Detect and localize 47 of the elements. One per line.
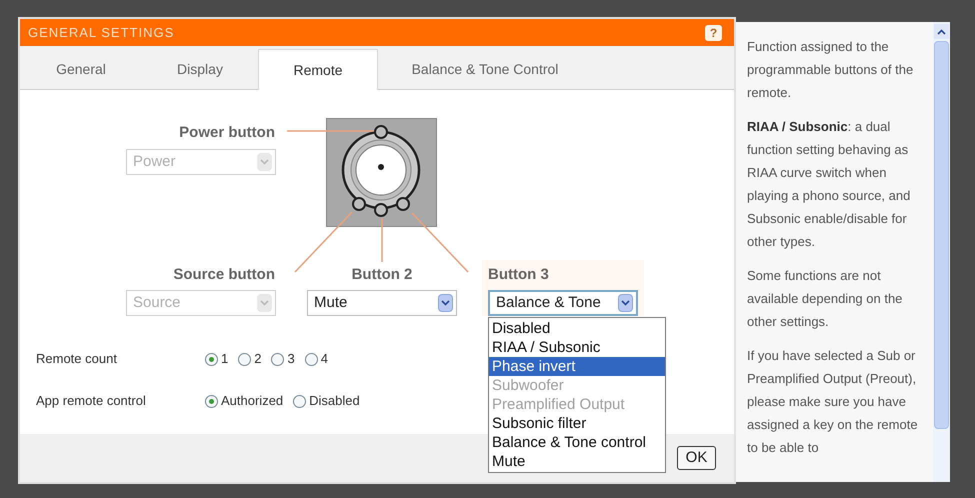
- radio-button[interactable]: [293, 394, 306, 408]
- tab[interactable]: General: [20, 49, 142, 89]
- setting-label: App remote control: [36, 392, 147, 410]
- tab[interactable]: Remote: [258, 49, 378, 90]
- radio-label: 4: [320, 350, 328, 368]
- dropdown-option[interactable]: Disabled: [489, 319, 665, 338]
- radio-label: Authorized: [221, 392, 284, 410]
- radio-button[interactable]: [205, 394, 218, 408]
- dropdown-arrow-icon: [438, 294, 453, 312]
- field-label: Source button: [173, 265, 275, 285]
- radio-label: 2: [254, 350, 262, 368]
- field-label: Button 2: [350, 265, 414, 285]
- dialog-title: GENERAL SETTINGS: [28, 24, 174, 42]
- help-button[interactable]: ?: [705, 24, 722, 40]
- field-label: Button 3: [488, 265, 549, 285]
- dropdown-arrow-icon: [257, 153, 272, 171]
- radio-button[interactable]: [238, 352, 252, 366]
- radio-label: Disabled: [309, 392, 360, 410]
- scrollbar[interactable]: [933, 22, 950, 482]
- radio-label: 3: [287, 350, 295, 368]
- dropdown-option[interactable]: Balance & Tone control: [489, 433, 665, 452]
- leader-line: [411, 212, 469, 273]
- help-paragraph: If you have selected a Sub or Preamplified Output (Preout), please make sure you have assigned a key on the remote to be able to: [747, 347, 919, 457]
- ok-button[interactable]: OK: [677, 446, 716, 470]
- dropdown-arrow-icon: [618, 294, 633, 312]
- scroll-thumb[interactable]: [934, 41, 949, 429]
- dropdown-option[interactable]: Subsonic filter: [489, 414, 665, 433]
- help-paragraph: RIAA / Subsonic: a dual function setting behaving as RIAA curve switch when playing a phono source, and Subsonic enable/disable for other types.: [747, 118, 912, 251]
- radio-label: 1: [221, 350, 228, 368]
- radio-button[interactable]: [205, 352, 218, 366]
- leader-line: [294, 211, 353, 273]
- scroll-up-icon[interactable]: [934, 24, 949, 39]
- dropdown-arrow-icon: [257, 294, 272, 312]
- field-label: Power button: [179, 123, 275, 143]
- help-paragraph: Some functions are not available depending on the other settings.: [747, 267, 904, 331]
- radio-button[interactable]: [271, 352, 284, 366]
- select-field[interactable]: Balance & Tone: [488, 290, 638, 316]
- dropdown-option[interactable]: RIAA / Subsonic: [489, 338, 665, 357]
- dropdown-option[interactable]: Mute: [489, 452, 665, 471]
- help-paragraph: Function assigned to the programmable buttons of the remote.: [747, 38, 914, 102]
- radio-button[interactable]: [304, 352, 318, 366]
- leader-line: [381, 218, 383, 262]
- select-field[interactable]: Mute: [307, 290, 457, 316]
- dropdown-option[interactable]: Phase invert: [489, 357, 665, 376]
- setting-label: Remote count: [36, 350, 118, 368]
- tab[interactable]: Balance & Tone Control: [378, 49, 592, 89]
- tab[interactable]: Display: [142, 49, 258, 89]
